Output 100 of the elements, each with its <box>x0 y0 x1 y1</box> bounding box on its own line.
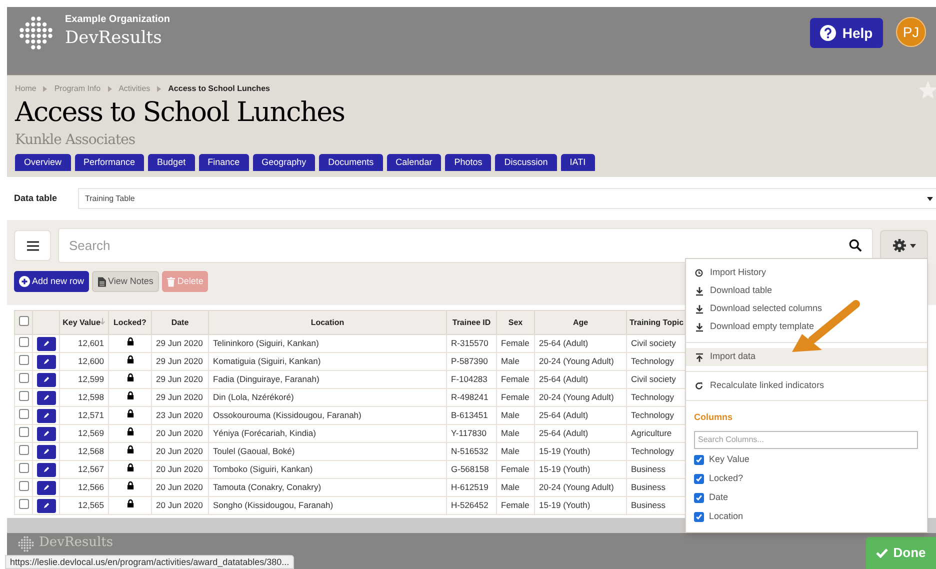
checkbox[interactable] <box>18 408 28 419</box>
checkbox[interactable] <box>18 426 28 437</box>
table-cell: Technology <box>631 356 674 366</box>
table-cell: Female <box>501 338 530 348</box>
logo-icon <box>17 535 35 553</box>
nav-tab[interactable]: Discussion <box>495 154 557 171</box>
column-header[interactable]: Location <box>310 318 344 327</box>
nav-tab[interactable]: IATI <box>560 154 595 171</box>
menu-item[interactable]: Download table <box>686 282 927 300</box>
settings-button[interactable] <box>880 230 928 261</box>
edit-button[interactable] <box>36 480 56 494</box>
table-cell: 29 Jun 2020 <box>156 374 203 384</box>
checkbox[interactable] <box>694 474 704 484</box>
table-cell: Tamouta (Conakry, Conakry) <box>213 482 322 492</box>
checkbox[interactable] <box>18 354 28 365</box>
organization-name: Example Organization <box>65 13 170 27</box>
nav-tab[interactable]: Calendar <box>386 154 442 171</box>
search-icon <box>849 239 862 252</box>
column-header[interactable]: Date <box>171 318 189 327</box>
table-cell: Civil society <box>631 374 676 384</box>
breadcrumb-link[interactable]: Access to School Lunches <box>168 83 270 95</box>
column-header[interactable]: Age <box>572 318 588 327</box>
search-field[interactable]: Search <box>69 236 849 256</box>
table-cell: 20 Jun 2020 <box>156 428 203 438</box>
check-icon <box>695 494 703 502</box>
sort-arrow-icon <box>100 318 106 325</box>
checkbox[interactable] <box>18 372 28 383</box>
column-option[interactable]: Location <box>694 508 919 526</box>
organization-subtitle: Kunkle Associates <box>15 131 136 149</box>
table-cell: Female <box>501 374 530 384</box>
menu-item[interactable]: Download selected columns <box>686 300 927 318</box>
menu-item[interactable]: Recalculate linked indicators <box>686 377 927 395</box>
search-field[interactable]: Search <box>58 228 873 263</box>
data-table-select[interactable]: Training Table <box>78 188 936 209</box>
help-button[interactable]: Help <box>810 18 883 48</box>
upload-icon <box>695 352 703 362</box>
nav-tab[interactable]: Photos <box>445 154 492 171</box>
nav-tab[interactable]: Performance <box>74 154 144 171</box>
nav-tab[interactable]: Geography <box>252 154 316 171</box>
table-cell: Business <box>631 482 666 492</box>
table-cell: 20 Jun 2020 <box>156 464 203 474</box>
table-cell: 12,601 <box>78 338 104 348</box>
column-search-field[interactable]: Search Columns... <box>694 430 918 448</box>
checkbox[interactable] <box>18 444 28 455</box>
check-icon <box>695 513 703 521</box>
pencil-icon <box>42 466 50 473</box>
notes-button[interactable]: View Notes <box>92 271 160 292</box>
columns-heading: Columns <box>694 411 734 424</box>
edit-button[interactable] <box>36 462 56 476</box>
table-cell: 25-64 (Adult) <box>539 428 588 438</box>
table-cell: N-516532 <box>451 446 488 456</box>
column-option[interactable]: Key Value <box>694 450 919 470</box>
separator-icon <box>43 86 48 92</box>
nav-tab[interactable]: Budget <box>148 154 195 171</box>
checkbox[interactable] <box>18 336 28 347</box>
table-cell: Technology <box>631 392 674 402</box>
pencil-icon <box>42 358 50 365</box>
table-cell: 29 Jun 2020 <box>156 338 203 348</box>
table-cell: Fadia (Dinguiraye, Faranah) <box>213 374 320 384</box>
checkbox[interactable] <box>694 512 704 522</box>
checkbox[interactable] <box>18 462 28 473</box>
nav-tab[interactable]: Finance <box>198 154 249 171</box>
edit-button[interactable] <box>36 390 56 404</box>
checkbox[interactable] <box>18 498 28 509</box>
menu-item[interactable]: Import History <box>686 264 927 282</box>
edit-button[interactable] <box>36 498 56 512</box>
checkbox[interactable] <box>18 390 28 401</box>
menu-icon <box>26 240 38 250</box>
edit-button[interactable] <box>36 372 56 386</box>
pencil-icon <box>42 340 50 347</box>
checkbox[interactable] <box>694 455 704 465</box>
edit-button[interactable] <box>36 444 56 458</box>
menu-button[interactable] <box>14 230 51 261</box>
menu-item[interactable]: Import data <box>686 348 927 366</box>
separator-icon <box>157 86 162 92</box>
checkbox[interactable] <box>18 316 28 326</box>
checkbox[interactable] <box>694 493 704 503</box>
data-table-label: Data table <box>14 192 58 205</box>
edit-button[interactable] <box>36 336 56 350</box>
column-option[interactable]: Locked? <box>694 470 919 488</box>
nav-tab[interactable]: Overview <box>15 154 71 171</box>
edit-button[interactable] <box>36 354 56 368</box>
check-icon <box>876 548 888 558</box>
table-cell: Ossokourouma (Kissidougou, Faranah) <box>213 410 362 420</box>
table-cell: Male <box>501 446 520 456</box>
table-cell: H-526452 <box>451 500 488 510</box>
table-cell: 20 Jun 2020 <box>156 482 203 492</box>
table-cell: Telininkoro (Siguiri, Kankan) <box>213 338 319 348</box>
column-option[interactable]: Date <box>694 488 919 508</box>
table-cell: Technology <box>631 410 674 420</box>
nav-tab[interactable]: Documents <box>319 154 383 171</box>
pencil-icon <box>42 502 50 509</box>
edit-button[interactable] <box>36 426 56 440</box>
table-cell: 23 Jun 2020 <box>156 410 203 420</box>
table-cell: 20-24 (Young Adult) <box>539 392 614 402</box>
menu-item[interactable]: Download empty template <box>686 318 927 336</box>
checkbox[interactable] <box>18 480 28 491</box>
column-header[interactable]: Sex <box>508 318 523 327</box>
edit-button[interactable] <box>36 408 56 422</box>
add-button[interactable]: Add new row <box>14 271 90 292</box>
